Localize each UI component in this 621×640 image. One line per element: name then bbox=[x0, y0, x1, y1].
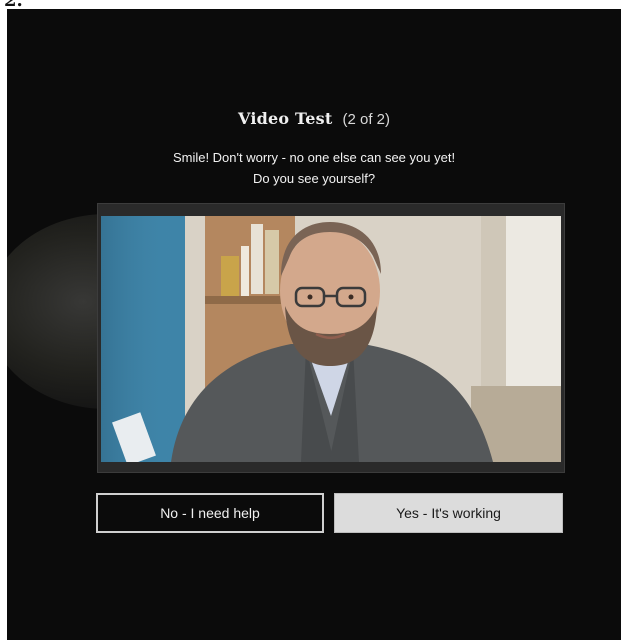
dialog-title-row: Video Test (2 of 2) bbox=[7, 109, 621, 129]
video-test-panel: Video Test (2 of 2) Smile! Don't worry - … bbox=[7, 9, 621, 640]
dialog-step: (2 of 2) bbox=[342, 111, 390, 128]
camera-feed-image bbox=[101, 216, 561, 462]
need-help-button[interactable]: No - I need help bbox=[96, 493, 324, 533]
subtitle-line-1: Smile! Don't worry - no one else can see… bbox=[172, 150, 456, 165]
dialog-title: Video Test bbox=[238, 109, 333, 128]
its-working-button[interactable]: Yes - It's working bbox=[334, 493, 563, 533]
page: 2. Video Test (2 of 2) Smile! Don't worry… bbox=[0, 0, 621, 640]
video-preview bbox=[97, 203, 565, 473]
subtitle-line-2: Do you see yourself? bbox=[252, 171, 376, 186]
dialog-subtitle: Smile! Don't worry - no one else can see… bbox=[7, 147, 621, 189]
